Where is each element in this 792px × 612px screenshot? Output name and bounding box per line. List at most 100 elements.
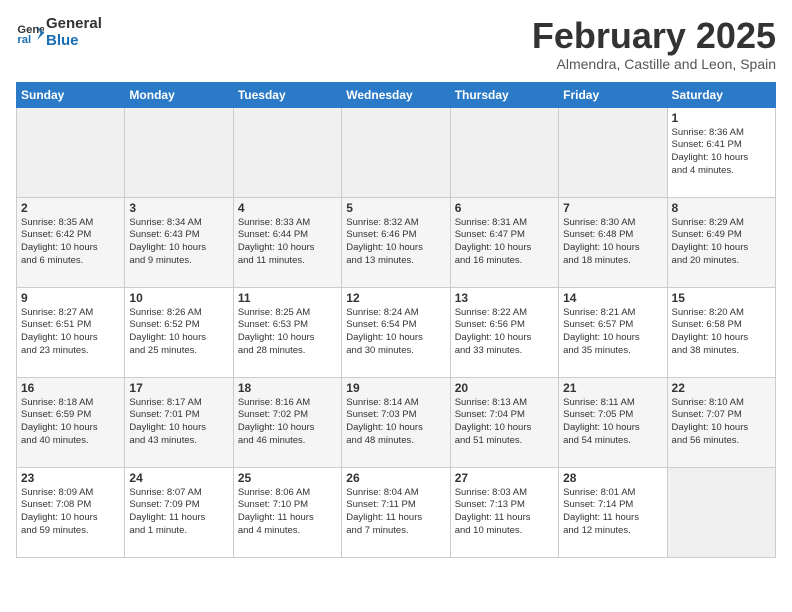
day-number: 11 <box>238 291 337 305</box>
day-info: Sunrise: 8:04 AM Sunset: 7:11 PM Dayligh… <box>346 487 445 538</box>
calendar-cell: 26 Sunrise: 8:04 AM Sunset: 7:11 PM Dayli… <box>342 467 450 557</box>
day-number: 27 <box>455 471 554 485</box>
calendar-cell: 8 Sunrise: 8:29 AM Sunset: 6:49 PM Daylig… <box>667 197 775 287</box>
logo-text-line2: Blue <box>46 33 102 50</box>
calendar-week-row: 23 Sunrise: 8:09 AM Sunset: 7:08 PM Dayli… <box>17 467 776 557</box>
calendar-week-row: 9 Sunrise: 8:27 AM Sunset: 6:51 PM Daylig… <box>17 287 776 377</box>
calendar-cell: 11 Sunrise: 8:25 AM Sunset: 6:53 PM Dayli… <box>233 287 341 377</box>
day-info: Sunrise: 8:22 AM Sunset: 6:56 PM Dayligh… <box>455 307 554 358</box>
calendar-cell <box>17 107 125 197</box>
calendar-cell: 17 Sunrise: 8:17 AM Sunset: 7:01 PM Dayli… <box>125 377 233 467</box>
calendar-cell: 28 Sunrise: 8:01 AM Sunset: 7:14 PM Dayli… <box>559 467 667 557</box>
calendar-header-cell: Tuesday <box>233 82 341 107</box>
day-info: Sunrise: 8:29 AM Sunset: 6:49 PM Dayligh… <box>672 217 771 268</box>
calendar-header-cell: Wednesday <box>342 82 450 107</box>
day-info: Sunrise: 8:32 AM Sunset: 6:46 PM Dayligh… <box>346 217 445 268</box>
calendar-cell: 24 Sunrise: 8:07 AM Sunset: 7:09 PM Dayli… <box>125 467 233 557</box>
logo-text-line1: General <box>46 16 102 33</box>
day-number: 16 <box>21 381 120 395</box>
day-info: Sunrise: 8:24 AM Sunset: 6:54 PM Dayligh… <box>346 307 445 358</box>
calendar-body: 1Sunrise: 8:36 AM Sunset: 6:41 PM Daylig… <box>17 107 776 557</box>
day-info: Sunrise: 8:17 AM Sunset: 7:01 PM Dayligh… <box>129 397 228 448</box>
calendar-header-cell: Saturday <box>667 82 775 107</box>
calendar-cell <box>559 107 667 197</box>
svg-text:ral: ral <box>17 33 31 45</box>
day-number: 14 <box>563 291 662 305</box>
calendar-cell: 20 Sunrise: 8:13 AM Sunset: 7:04 PM Dayli… <box>450 377 558 467</box>
day-info: Sunrise: 8:27 AM Sunset: 6:51 PM Dayligh… <box>21 307 120 358</box>
calendar-cell: 27Sunrise: 8:03 AM Sunset: 7:13 PM Dayli… <box>450 467 558 557</box>
day-info: Sunrise: 8:21 AM Sunset: 6:57 PM Dayligh… <box>563 307 662 358</box>
day-number: 28 <box>563 471 662 485</box>
calendar-cell <box>450 107 558 197</box>
day-info: Sunrise: 8:01 AM Sunset: 7:14 PM Dayligh… <box>563 487 662 538</box>
calendar-cell <box>667 467 775 557</box>
calendar-cell: 12 Sunrise: 8:24 AM Sunset: 6:54 PM Dayli… <box>342 287 450 377</box>
title-block: February 2025 Almendra, Castille and Leo… <box>532 16 776 72</box>
day-info: Sunrise: 8:25 AM Sunset: 6:53 PM Dayligh… <box>238 307 337 358</box>
day-number: 2 <box>21 201 120 215</box>
calendar-cell <box>125 107 233 197</box>
day-number: 12 <box>346 291 445 305</box>
day-info: Sunrise: 8:26 AM Sunset: 6:52 PM Dayligh… <box>129 307 228 358</box>
day-info: Sunrise: 8:30 AM Sunset: 6:48 PM Dayligh… <box>563 217 662 268</box>
calendar-cell: 3Sunrise: 8:34 AM Sunset: 6:43 PM Daylig… <box>125 197 233 287</box>
calendar-cell: 5 Sunrise: 8:32 AM Sunset: 6:46 PM Daylig… <box>342 197 450 287</box>
day-number: 24 <box>129 471 228 485</box>
calendar-week-row: 16 Sunrise: 8:18 AM Sunset: 6:59 PM Dayli… <box>17 377 776 467</box>
day-number: 21 <box>563 381 662 395</box>
day-number: 3 <box>129 201 228 215</box>
day-number: 6 <box>455 201 554 215</box>
calendar-header-cell: Friday <box>559 82 667 107</box>
day-number: 1 <box>672 111 771 125</box>
day-info: Sunrise: 8:07 AM Sunset: 7:09 PM Dayligh… <box>129 487 228 538</box>
day-number: 17 <box>129 381 228 395</box>
calendar-cell: 7 Sunrise: 8:30 AM Sunset: 6:48 PM Daylig… <box>559 197 667 287</box>
calendar-header-cell: Monday <box>125 82 233 107</box>
calendar-cell: 9 Sunrise: 8:27 AM Sunset: 6:51 PM Daylig… <box>17 287 125 377</box>
calendar-week-row: 1Sunrise: 8:36 AM Sunset: 6:41 PM Daylig… <box>17 107 776 197</box>
month-title: February 2025 <box>532 16 776 56</box>
day-number: 8 <box>672 201 771 215</box>
day-number: 26 <box>346 471 445 485</box>
calendar-cell: 25 Sunrise: 8:06 AM Sunset: 7:10 PM Dayli… <box>233 467 341 557</box>
day-number: 7 <box>563 201 662 215</box>
day-info: Sunrise: 8:31 AM Sunset: 6:47 PM Dayligh… <box>455 217 554 268</box>
day-info: Sunrise: 8:35 AM Sunset: 6:42 PM Dayligh… <box>21 217 120 268</box>
calendar-cell: 22Sunrise: 8:10 AM Sunset: 7:07 PM Dayli… <box>667 377 775 467</box>
day-number: 19 <box>346 381 445 395</box>
day-info: Sunrise: 8:06 AM Sunset: 7:10 PM Dayligh… <box>238 487 337 538</box>
calendar-cell <box>233 107 341 197</box>
logo-icon: Gene ral <box>16 19 44 47</box>
calendar-header-row: SundayMondayTuesdayWednesdayThursdayFrid… <box>17 82 776 107</box>
calendar-header-cell: Thursday <box>450 82 558 107</box>
calendar-cell: 14 Sunrise: 8:21 AM Sunset: 6:57 PM Dayli… <box>559 287 667 377</box>
day-number: 5 <box>346 201 445 215</box>
day-number: 13 <box>455 291 554 305</box>
day-number: 23 <box>21 471 120 485</box>
day-number: 4 <box>238 201 337 215</box>
day-info: Sunrise: 8:09 AM Sunset: 7:08 PM Dayligh… <box>21 487 120 538</box>
calendar-cell: 16 Sunrise: 8:18 AM Sunset: 6:59 PM Dayli… <box>17 377 125 467</box>
calendar-cell: 15Sunrise: 8:20 AM Sunset: 6:58 PM Dayli… <box>667 287 775 377</box>
day-number: 15 <box>672 291 771 305</box>
day-info: Sunrise: 8:14 AM Sunset: 7:03 PM Dayligh… <box>346 397 445 448</box>
calendar-week-row: 2 Sunrise: 8:35 AM Sunset: 6:42 PM Daylig… <box>17 197 776 287</box>
day-info: Sunrise: 8:18 AM Sunset: 6:59 PM Dayligh… <box>21 397 120 448</box>
day-number: 9 <box>21 291 120 305</box>
day-number: 20 <box>455 381 554 395</box>
day-info: Sunrise: 8:16 AM Sunset: 7:02 PM Dayligh… <box>238 397 337 448</box>
calendar-cell: 19 Sunrise: 8:14 AM Sunset: 7:03 PM Dayli… <box>342 377 450 467</box>
logo: Gene ral General Blue <box>16 16 102 49</box>
day-info: Sunrise: 8:10 AM Sunset: 7:07 PM Dayligh… <box>672 397 771 448</box>
calendar-header-cell: Sunday <box>17 82 125 107</box>
calendar-cell: 1Sunrise: 8:36 AM Sunset: 6:41 PM Daylig… <box>667 107 775 197</box>
day-info: Sunrise: 8:13 AM Sunset: 7:04 PM Dayligh… <box>455 397 554 448</box>
location-subtitle: Almendra, Castille and Leon, Spain <box>532 56 776 72</box>
calendar-cell: 18Sunrise: 8:16 AM Sunset: 7:02 PM Dayli… <box>233 377 341 467</box>
calendar-cell: 2 Sunrise: 8:35 AM Sunset: 6:42 PM Daylig… <box>17 197 125 287</box>
calendar-table: SundayMondayTuesdayWednesdayThursdayFrid… <box>16 82 776 558</box>
calendar-cell: 23 Sunrise: 8:09 AM Sunset: 7:08 PM Dayli… <box>17 467 125 557</box>
day-number: 25 <box>238 471 337 485</box>
day-number: 10 <box>129 291 228 305</box>
